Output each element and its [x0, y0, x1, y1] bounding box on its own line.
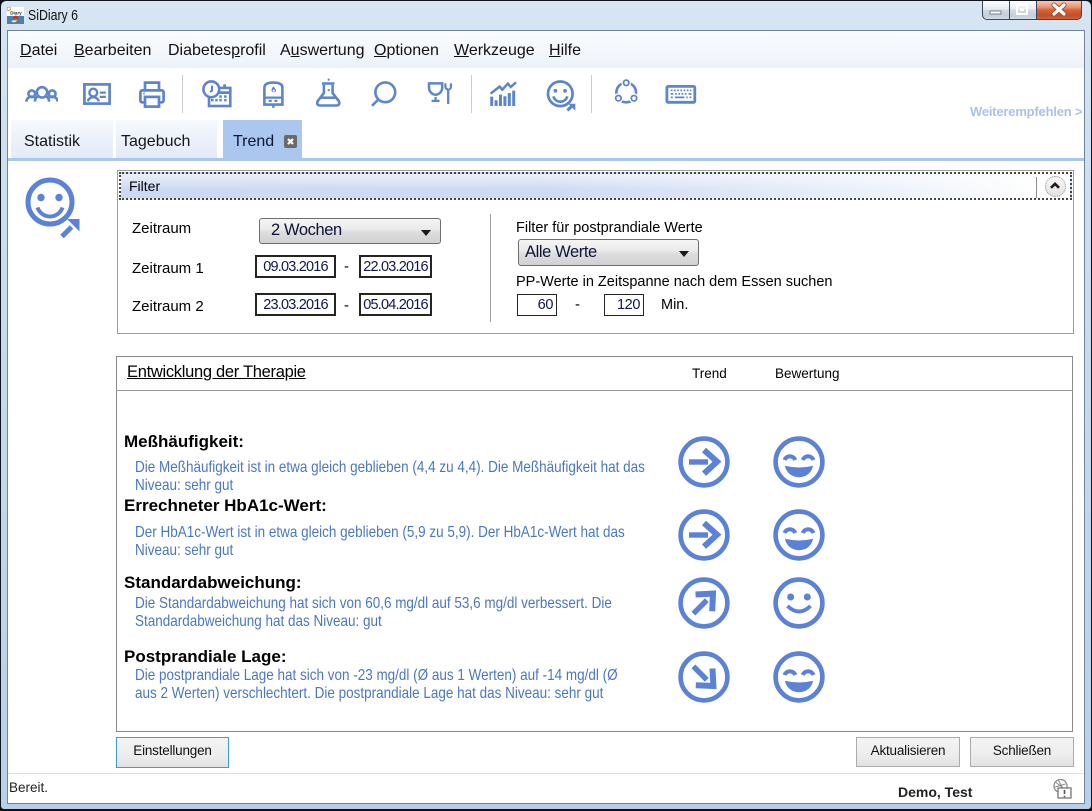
svg-text:Diary: Diary	[10, 11, 22, 16]
